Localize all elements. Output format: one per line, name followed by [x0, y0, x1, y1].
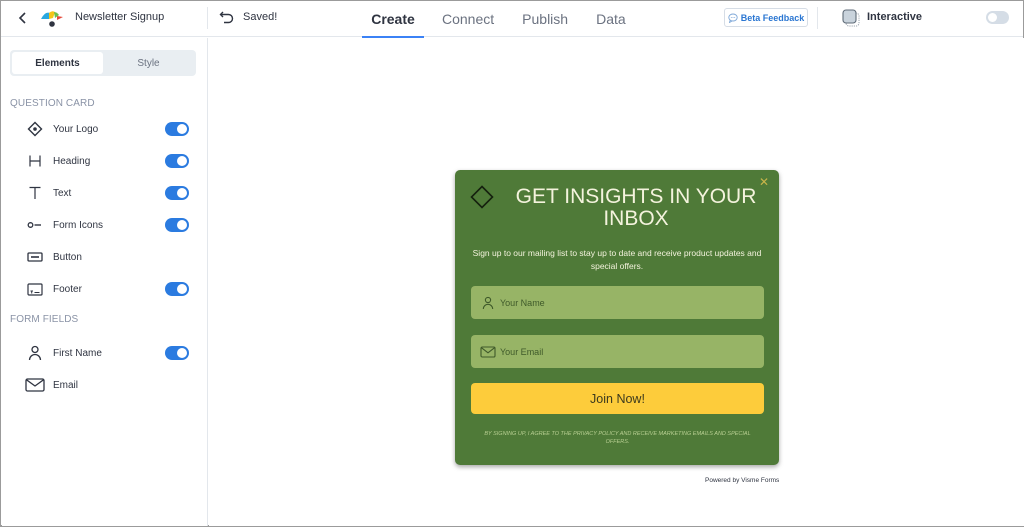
- sidebar-item-first-name[interactable]: First Name: [2, 341, 208, 365]
- tab-data[interactable]: Data: [586, 1, 636, 37]
- sidebar-item-text[interactable]: Text: [2, 181, 208, 205]
- interactive-layers-icon: [842, 9, 860, 27]
- envelope-icon: [480, 344, 496, 360]
- interactive-toggle[interactable]: [986, 11, 1009, 24]
- heading-icon: [24, 151, 46, 171]
- chevron-left-icon: [18, 12, 26, 24]
- section-question-card: QUESTION CARD: [10, 98, 95, 109]
- first-name-toggle[interactable]: [165, 346, 189, 360]
- item-label: Button: [53, 251, 82, 263]
- chat-bubble-icon: [728, 13, 738, 23]
- item-label: Your Logo: [53, 123, 99, 135]
- visme-logo-icon: [41, 11, 63, 27]
- item-label: Form Icons: [53, 219, 104, 231]
- section-form-fields: FORM FIELDS: [10, 314, 79, 325]
- beta-feedback-button[interactable]: Beta Feedback: [724, 8, 808, 27]
- email-placeholder: Your Email: [500, 346, 544, 357]
- item-label: First Name: [53, 347, 102, 359]
- main-tabs: Create Connect Publish Data: [362, 1, 636, 38]
- form-heading[interactable]: GET INSIGHTS IN YOUR INBOX: [505, 186, 767, 230]
- join-now-button[interactable]: Join Now!: [471, 383, 764, 414]
- item-label: Text: [53, 187, 72, 199]
- sidebar-item-email[interactable]: Email: [2, 373, 208, 397]
- sidebar-segmented-control: Elements Style: [10, 50, 196, 76]
- sidebar-item-footer[interactable]: Footer: [2, 277, 208, 301]
- undo-icon: [219, 11, 234, 24]
- interactive-label: Interactive: [867, 11, 923, 23]
- form-subtext[interactable]: Sign up to our mailing list to stay up t…: [469, 247, 765, 273]
- save-status: Saved!: [243, 11, 278, 23]
- envelope-icon: [24, 375, 46, 395]
- elements-sidebar: Elements Style QUESTION CARD Your Logo H…: [2, 38, 208, 526]
- sidebar-item-button[interactable]: Button: [2, 245, 208, 269]
- footer-icon: [24, 279, 46, 299]
- segment-elements[interactable]: Elements: [12, 52, 103, 74]
- form-disclaimer[interactable]: By signing up, I agree to the privacy po…: [473, 430, 762, 446]
- text-toggle[interactable]: [165, 186, 189, 200]
- user-icon: [24, 343, 46, 363]
- diamond-dot-icon: [24, 119, 46, 139]
- undo-button[interactable]: [219, 9, 235, 25]
- footer-toggle[interactable]: [165, 282, 189, 296]
- sidebar-item-your-logo[interactable]: Your Logo: [2, 117, 208, 141]
- segment-style[interactable]: Style: [103, 52, 194, 74]
- your-logo-toggle[interactable]: [165, 122, 189, 136]
- button-icon: [24, 247, 46, 267]
- sidebar-item-form-icons[interactable]: Form Icons: [2, 213, 208, 237]
- name-field[interactable]: Your Name: [471, 286, 764, 319]
- tab-create[interactable]: Create: [362, 1, 424, 38]
- item-label: Email: [53, 379, 79, 391]
- divider: [817, 7, 818, 29]
- form-canvas: ✕ GET INSIGHTS IN YOUR INBOX Sign up to …: [209, 38, 1024, 526]
- text-icon: [24, 183, 46, 203]
- item-label: Footer: [53, 283, 82, 295]
- top-bar: Newsletter Signup Saved! Create Connect …: [1, 1, 1023, 38]
- powered-by-label: Powered by Visme Forms: [705, 477, 780, 484]
- email-field[interactable]: Your Email: [471, 335, 764, 368]
- form-icons-icon: [24, 215, 46, 235]
- tab-connect[interactable]: Connect: [432, 1, 504, 37]
- tab-publish[interactable]: Publish: [512, 1, 578, 37]
- user-icon: [480, 295, 496, 311]
- sidebar-item-heading[interactable]: Heading: [2, 149, 208, 173]
- app-window: Newsletter Signup Saved! Create Connect …: [0, 0, 1024, 527]
- form-icons-toggle[interactable]: [165, 218, 189, 232]
- name-placeholder: Your Name: [500, 297, 545, 308]
- back-button[interactable]: [15, 9, 31, 27]
- document-title[interactable]: Newsletter Signup: [75, 11, 164, 23]
- divider: [207, 7, 208, 29]
- signup-form-card[interactable]: ✕ GET INSIGHTS IN YOUR INBOX Sign up to …: [455, 170, 779, 465]
- item-label: Heading: [53, 155, 91, 167]
- beta-feedback-label: Beta Feedback: [740, 12, 805, 23]
- heading-toggle[interactable]: [165, 154, 189, 168]
- logo-placeholder-icon[interactable]: [469, 184, 495, 210]
